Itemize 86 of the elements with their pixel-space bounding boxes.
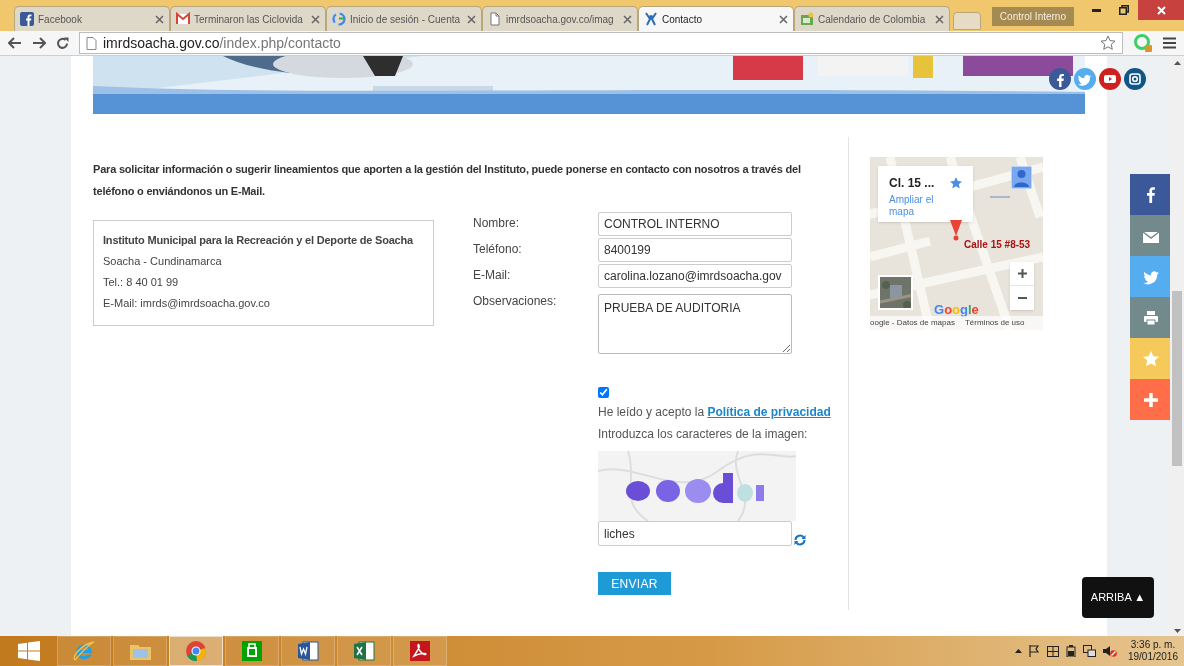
close-icon[interactable] [779, 14, 788, 24]
taskbar-app-button[interactable] [393, 636, 447, 666]
clock-date: 19/01/2016 [1127, 651, 1178, 663]
reload-icon[interactable] [56, 36, 69, 50]
chrome-icon [185, 640, 207, 662]
scroll-up-icon [1173, 61, 1181, 65]
taskbar-app-button[interactable] [225, 636, 279, 666]
address-bar[interactable]: imrdsoacha.gov.co/index.php/contacto [79, 32, 1123, 54]
contact-line: E-Mail: imrds@imrdsoacha.gov.co [103, 296, 271, 311]
document-w-icon [297, 640, 319, 662]
clock-time: 3:36 p. m. [1130, 639, 1176, 651]
close-icon [1156, 5, 1166, 15]
taskbar-app-button[interactable] [337, 636, 391, 666]
url-text: imrdsoacha.gov.co/index.php/contacto [103, 33, 342, 53]
browser-tab[interactable]: Terminaron las Ciclovida [170, 6, 326, 31]
field-label: Teléfono: [473, 241, 523, 258]
field-label: Observaciones: [473, 293, 558, 310]
browser-tab[interactable]: imrdsoacha.gov.co/imag [482, 6, 638, 31]
captcha-prompt: Introduzca los caracteres de la imagen: [598, 426, 809, 443]
shopping-bag-icon [241, 640, 263, 662]
browser-tab[interactable]: Contacto [638, 6, 794, 31]
page-icon [86, 36, 97, 50]
scroll-down-icon [1173, 629, 1181, 633]
battery-icon[interactable] [1065, 645, 1076, 657]
close-icon[interactable] [311, 14, 320, 24]
share-button[interactable] [1130, 379, 1172, 420]
close-icon[interactable] [623, 14, 632, 24]
close-icon[interactable] [155, 14, 164, 24]
caret-up-icon[interactable] [1014, 649, 1022, 653]
intro-paragraph: Para solicitar información o sugerir lineamientos que aporten a la gestión del Instituto, puede ponerse en contacto con nosotros a través del teléfono o enviándonos un E-Mail. [93, 162, 802, 199]
close-icon[interactable] [935, 14, 944, 24]
flag-icon[interactable] [1028, 645, 1040, 657]
speaker-muted-icon[interactable] [1102, 645, 1117, 657]
observations-field[interactable]: PRUEBA DE AUDITORIA [598, 294, 792, 354]
plus-icon [1142, 390, 1160, 409]
calendar-icon [800, 12, 814, 26]
contact-line: Tel.: 8 40 01 99 [103, 275, 180, 290]
text-field[interactable]: CONTROL INTERNO [598, 212, 792, 236]
profile-label: Control Interno [991, 7, 1074, 26]
instagram-icon[interactable] [1124, 68, 1146, 90]
clock[interactable]: 3:36 p. m. 19/01/2016 [1127, 639, 1178, 663]
text-field[interactable]: carolina.lozano@imrdsoacha.gov [598, 264, 792, 288]
window-grid-icon[interactable] [1046, 645, 1059, 657]
taskbar-app-button[interactable] [281, 636, 335, 666]
page-icon [488, 12, 502, 26]
captcha-field[interactable]: liches [598, 521, 792, 546]
restore-icon [1119, 5, 1129, 15]
facebook-icon [20, 12, 34, 26]
consent-checkbox[interactable] [598, 387, 609, 398]
refresh-icon[interactable] [794, 534, 806, 546]
forward-icon[interactable] [32, 37, 46, 49]
browser-tab[interactable]: Facebook [14, 6, 170, 31]
share-button[interactable] [1130, 215, 1172, 256]
bookmark-star-icon[interactable] [1100, 35, 1116, 51]
share-button[interactable] [1130, 174, 1172, 215]
back-icon[interactable] [8, 37, 22, 49]
facebook-icon [1147, 186, 1155, 203]
menu-icon[interactable] [1163, 37, 1176, 49]
star-icon [1142, 349, 1160, 368]
printer-icon [1142, 308, 1160, 327]
browser-tab[interactable]: Calendario de Colombia [794, 6, 950, 31]
field-label: Nombre: [473, 215, 520, 232]
envelope-icon [176, 12, 190, 26]
close-icon[interactable] [467, 14, 476, 24]
consent-text: He leído y acepto la Política de privacidad [598, 404, 831, 421]
back-to-top-button[interactable]: ARRIBA ▲ [1082, 577, 1154, 618]
contact-line: Soacha - Cundinamarca [103, 254, 223, 269]
institute-name: Instituto Municipal para la Recreación y el Deporte de Soacha [103, 233, 415, 248]
share-button[interactable] [1130, 297, 1172, 338]
browser-tab[interactable]: Inicio de sesión - Cuenta [326, 6, 482, 31]
extension-icon[interactable] [1133, 33, 1153, 53]
minimize-icon [1091, 8, 1101, 12]
network-icon[interactable] [1082, 645, 1096, 657]
field-label: E-Mail: [473, 267, 512, 284]
youtube-icon[interactable] [1099, 68, 1121, 90]
windows-icon [17, 641, 40, 661]
text-field[interactable]: 8400199 [598, 238, 792, 262]
spreadsheet-x-icon [353, 640, 375, 662]
scrollbar-thumb[interactable] [1172, 291, 1182, 466]
close-window-button[interactable] [1138, 0, 1184, 20]
taskbar-app-button[interactable] [169, 636, 223, 666]
browser-e-icon [73, 640, 95, 662]
scrollbar[interactable] [1170, 56, 1184, 636]
privacy-policy-link[interactable]: Política de privacidad [707, 405, 831, 419]
facebook-icon[interactable] [1049, 68, 1071, 90]
pdf-icon [409, 640, 431, 662]
